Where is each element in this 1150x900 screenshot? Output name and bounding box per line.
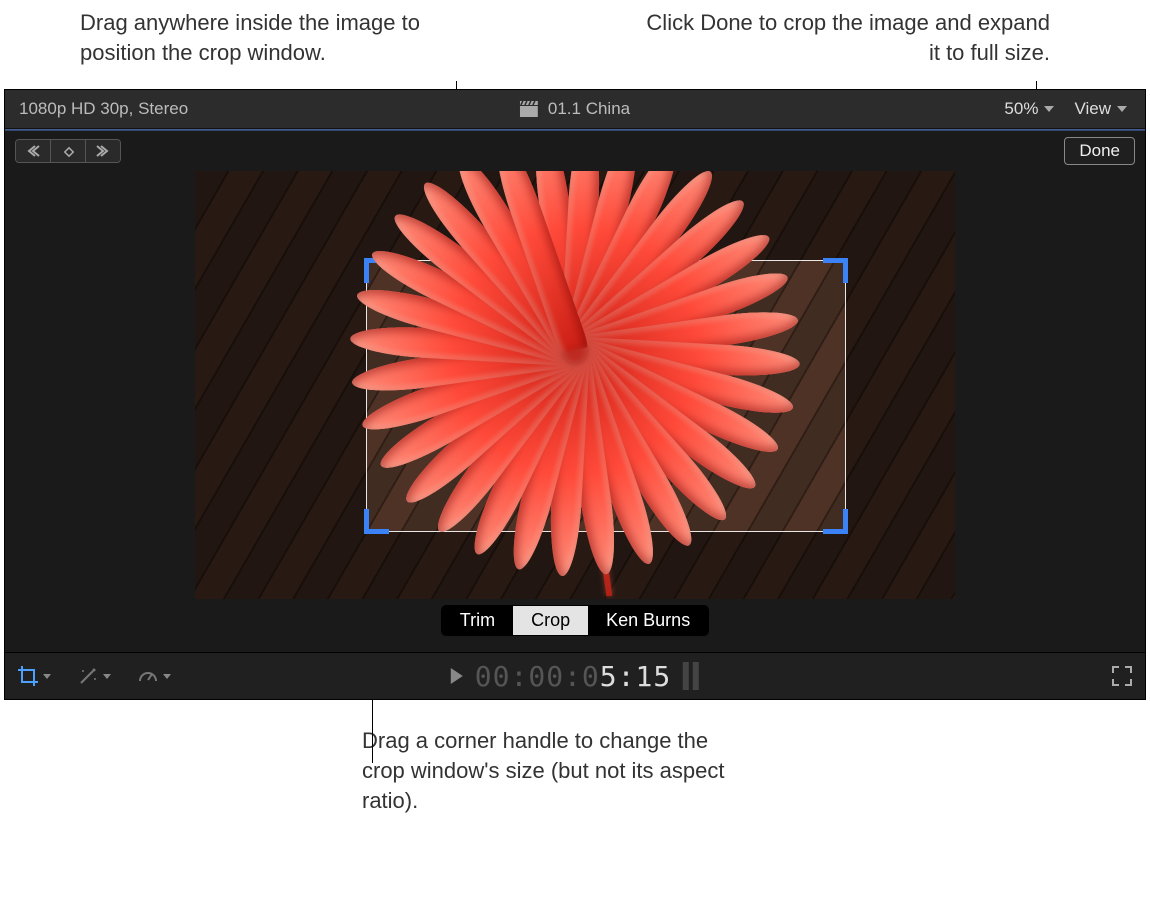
crop-handle-top-left[interactable] — [364, 258, 389, 283]
next-edit-button[interactable] — [86, 140, 120, 162]
timecode-value: 5:15 — [600, 660, 671, 693]
viewer-toolbar: 1080p HD 30p, Stereo 01.1 China 50% View — [5, 90, 1145, 129]
format-label: 1080p HD 30p, Stereo — [5, 99, 188, 119]
crop-handle-bottom-right[interactable] — [823, 509, 848, 534]
mode-ken-burns[interactable]: Ken Burns — [588, 606, 708, 635]
view-menu[interactable]: View — [1068, 97, 1133, 121]
enhance-menu[interactable] — [77, 665, 111, 687]
clip-name: 01.1 China — [548, 99, 630, 119]
zoom-menu[interactable]: 50% — [998, 97, 1060, 121]
play-button[interactable] — [451, 668, 463, 684]
audio-meter-icon — [683, 662, 699, 690]
keyframe-button[interactable] — [51, 140, 86, 162]
crop-handle-top-right[interactable] — [823, 258, 848, 283]
bottom-toolbar: 00:00:05:15 — [5, 652, 1145, 699]
prev-edit-button[interactable] — [16, 140, 51, 162]
crop-mode-segmented: Trim Crop Ken Burns — [441, 605, 709, 636]
view-label: View — [1074, 99, 1111, 119]
retime-menu[interactable] — [137, 665, 171, 687]
mode-crop[interactable]: Crop — [513, 606, 588, 635]
timecode-prefix: 00:00:0 — [475, 660, 600, 693]
chevron-down-icon — [1117, 106, 1127, 112]
fullscreen-button[interactable] — [1111, 665, 1133, 687]
crop-tool-menu[interactable] — [17, 665, 51, 687]
crop-rectangle[interactable] — [367, 261, 845, 531]
zoom-value: 50% — [1004, 99, 1038, 119]
callout-drag-position: Drag anywhere inside the image to positi… — [80, 8, 500, 67]
chevron-down-icon — [163, 674, 171, 679]
mode-trim[interactable]: Trim — [442, 606, 513, 635]
done-button[interactable]: Done — [1064, 137, 1135, 165]
retime-speed-icon — [137, 665, 159, 687]
chevron-down-icon — [103, 674, 111, 679]
nav-button-group — [15, 139, 121, 163]
callout-corner-handle: Drag a corner handle to change the crop … — [362, 726, 742, 815]
clapper-icon — [520, 101, 538, 117]
chevron-down-icon — [43, 674, 51, 679]
enhance-wand-icon — [77, 665, 99, 687]
chevron-down-icon — [1044, 106, 1054, 112]
callout-click-done: Click Done to crop the image and expand … — [630, 8, 1050, 67]
viewer-panel: 1080p HD 30p, Stereo 01.1 China 50% View — [4, 89, 1146, 700]
timecode-display: 00:00:05:15 — [475, 660, 671, 693]
video-canvas[interactable]: /*placeholder*/ — [195, 171, 955, 599]
crop-tool-icon — [17, 665, 39, 687]
crop-handle-bottom-left[interactable] — [364, 509, 389, 534]
